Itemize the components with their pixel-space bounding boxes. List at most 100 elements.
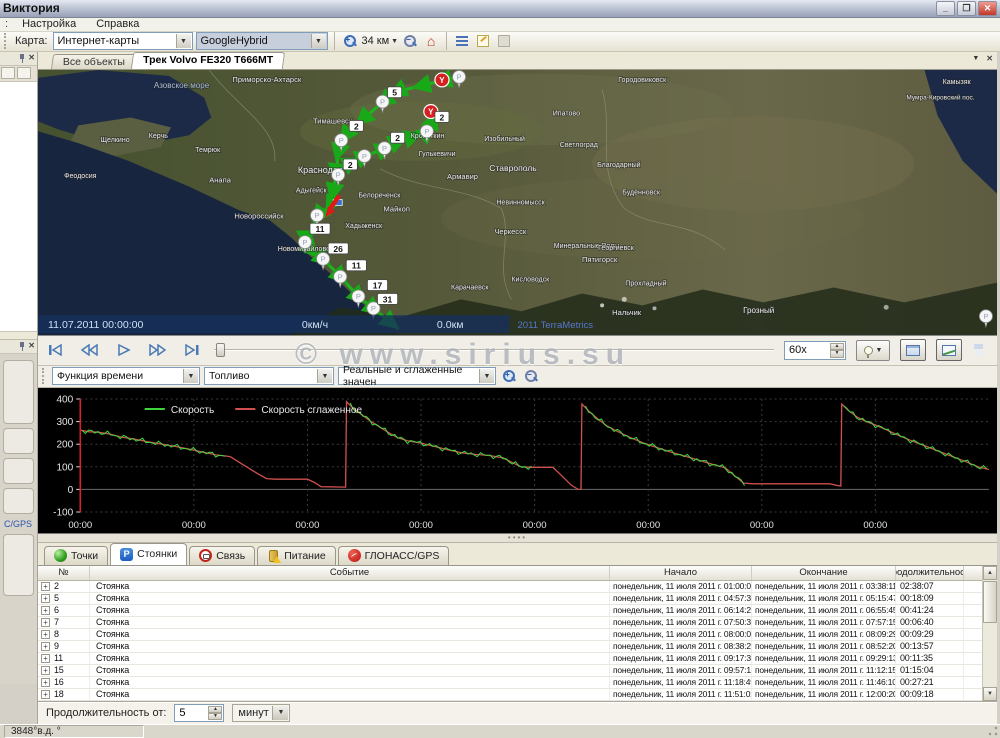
panel-box[interactable] [3,360,34,424]
map-view[interactable]: Азовское мореПриморско-АхтарскТимашевскК… [38,70,997,336]
skip-end-button[interactable] [180,340,204,360]
fast-forward-button[interactable] [146,340,170,360]
column-header[interactable]: Продолжительность [896,566,964,580]
toolbar-fragment[interactable] [1,67,15,79]
edit-notes-button[interactable] [474,32,492,50]
table-row[interactable]: +7Стоянкапонедельник, 11 июля 2011 г. 07… [38,617,997,629]
chart-values-mode-select[interactable]: Реальные и сглаженные значен▼ [338,367,496,385]
horizontal-splitter[interactable]: •••• [38,534,997,543]
row-expander-icon[interactable]: + [41,618,50,627]
playback-speed-spinner[interactable]: 60x ▲▼ [784,341,846,360]
tab-power[interactable]: Питание [257,546,335,565]
menu-settings[interactable]: Настройка [13,18,85,30]
close-icon[interactable]: ✕ [28,54,35,62]
satellite-map[interactable]: Азовское мореПриморско-АхтарскТимашевскК… [38,70,997,335]
row-expander-icon[interactable]: + [41,594,50,603]
show-chart-button[interactable] [936,339,962,361]
toolbar-fragment[interactable] [17,67,31,79]
column-header[interactable]: Событие [90,566,610,580]
tab-points[interactable]: Точки [44,546,108,565]
resize-grip[interactable] [987,725,999,737]
close-button[interactable]: ✕ [978,1,997,16]
duration-value-spinner[interactable]: 5 ▲▼ [174,704,224,722]
scroll-up-icon[interactable]: ▲ [983,566,997,580]
table-row[interactable]: +9Стоянкапонедельник, 11 июля 2011 г. 08… [38,641,997,653]
chevron-down-icon[interactable]: ▼ [272,706,288,720]
spin-down-icon[interactable]: ▼ [208,713,222,720]
panel-box[interactable] [3,488,34,514]
table-row[interactable]: +2Стоянкапонедельник, 11 июля 2011 г. 01… [38,581,997,593]
panel-box[interactable] [3,458,34,484]
chevron-down-icon[interactable]: ▼ [317,369,332,383]
menu-help[interactable]: Справка [87,18,148,30]
legend-list-button[interactable] [453,32,471,50]
zoom-out-button[interactable]: − [401,32,419,50]
tab-track-volvo[interactable]: Трек Volvo FE320 Т666МТ [131,52,286,69]
scrollbar-thumb[interactable] [983,581,997,623]
tab-glonass-gps[interactable]: ГЛОНАСС/GPS [338,546,450,565]
chart-parameter-select[interactable]: Топливо▼ [204,367,334,385]
row-expander-icon[interactable]: + [41,654,50,663]
pin-icon[interactable] [19,54,25,63]
speed-chart-panel[interactable]: 4003002001000-10000:0000:0000:0000:0000:… [38,388,997,534]
restore-button[interactable]: ❐ [957,1,976,16]
title-bar[interactable]: Виктория _ ❐ ✕ [0,0,1000,18]
scroll-down-icon[interactable]: ▼ [983,687,997,701]
column-header[interactable]: Окончание [752,566,896,580]
rewind-button[interactable] [78,340,102,360]
chart-zoom-out-button[interactable]: − [522,367,540,385]
row-expander-icon[interactable]: + [41,642,50,651]
row-expander-icon[interactable]: + [41,606,50,615]
table-scrollbar[interactable]: ▲ ▼ [982,566,997,701]
table-row[interactable]: +8Стоянкапонедельник, 11 июля 2011 г. 08… [38,629,997,641]
close-icon[interactable]: ✕ [28,342,35,350]
tab-list-dropdown-icon[interactable]: ▼ [972,55,979,63]
minimize-button[interactable]: _ [936,1,955,16]
fuel-stop-marker[interactable]: Y [435,73,449,87]
tab-stops[interactable]: PСтоянки [110,543,187,565]
table-row[interactable]: +6Стоянкапонедельник, 11 июля 2011 г. 06… [38,605,997,617]
events-table-header[interactable]: №СобытиеНачалоОкончаниеПродолжительность [38,566,997,581]
close-tab-icon[interactable]: ✕ [986,55,993,63]
chart-function-select[interactable]: Функция времени▼ [52,367,200,385]
speed-chart[interactable]: 4003002001000-10000:0000:0000:0000:0000:… [38,388,997,534]
object-tree-panel[interactable] [0,82,37,332]
spin-up-icon[interactable]: ▲ [830,343,844,351]
tab-communication[interactable]: Связь [189,546,255,565]
table-row[interactable]: +5Стоянкапонедельник, 11 июля 2011 г. 04… [38,593,997,605]
table-row[interactable]: +18Стоянкапонедельник, 11 июля 2011 г. 1… [38,689,997,701]
panel-box[interactable] [3,534,34,596]
spin-down-icon[interactable]: ▼ [830,350,844,358]
skip-start-button[interactable] [44,340,68,360]
row-expander-icon[interactable]: + [41,630,50,639]
tab-all-objects[interactable]: Все объекты [51,54,137,69]
table-row[interactable]: +11Стоянкапонедельник, 11 июля 2011 г. 0… [38,653,997,665]
slider-track[interactable] [214,349,774,351]
duration-unit-select[interactable]: минут▼ [232,704,290,722]
spin-up-icon[interactable]: ▲ [208,706,222,713]
chevron-down-icon[interactable]: ▼ [479,369,494,383]
row-expander-icon[interactable]: + [41,582,50,591]
column-header[interactable]: Начало [610,566,752,580]
pin-icon[interactable] [19,342,25,351]
row-expander-icon[interactable]: + [41,690,50,699]
chevron-down-icon[interactable]: ▼ [183,369,198,383]
timeline-slider[interactable] [214,340,774,360]
chevron-down-icon[interactable]: ▼ [311,34,326,48]
panel-box[interactable] [3,428,34,454]
zoom-in-button[interactable]: + [341,32,359,50]
show-table-button[interactable] [900,339,926,361]
highlight-dropdown-button[interactable]: ▼ [856,340,890,361]
row-expander-icon[interactable]: + [41,678,50,687]
chart-zoom-in-button[interactable]: + [500,367,518,385]
map-type-select[interactable]: GoogleHybrid▼ [196,32,328,50]
slider-thumb[interactable] [216,343,225,357]
toolbar-grip[interactable] [42,368,46,384]
map-scale-select[interactable]: 34 км▼ [362,35,399,47]
column-header[interactable]: № [38,566,90,580]
map-source-select[interactable]: Интернет-карты▼ [53,32,193,50]
row-expander-icon[interactable]: + [41,666,50,675]
table-row[interactable]: +16Стоянкапонедельник, 11 июля 2011 г. 1… [38,677,997,689]
toolbar-grip[interactable] [4,33,8,49]
chevron-down-icon[interactable]: ▼ [176,34,191,48]
